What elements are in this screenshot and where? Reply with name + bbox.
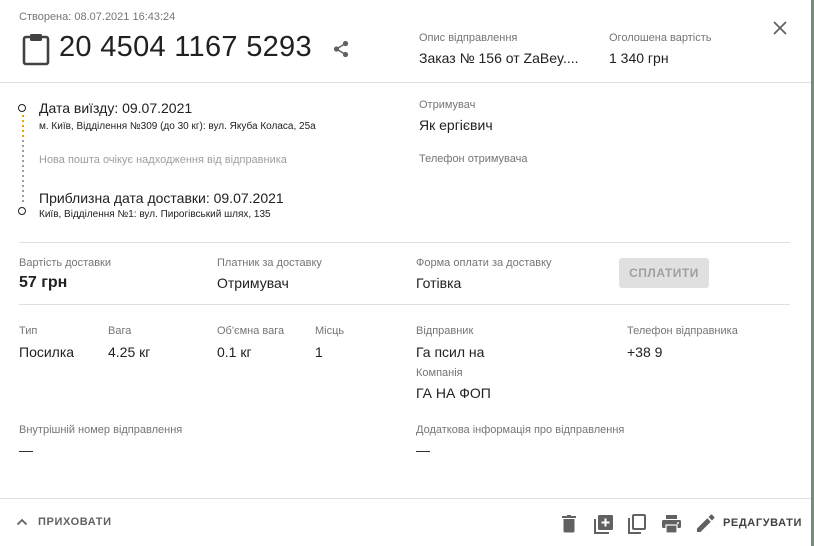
clipboard-icon bbox=[22, 33, 50, 66]
delete-icon[interactable] bbox=[558, 513, 580, 535]
additional-info-label: Додаткова інформація про відправлення bbox=[416, 424, 625, 436]
company-value: ГА НА ФОП bbox=[416, 385, 491, 401]
created-date: Створена: 08.07.2021 16:43:24 bbox=[19, 11, 176, 23]
sender-phone-value: +38 9 bbox=[627, 344, 663, 360]
sender-phone-label: Телефон відправника bbox=[627, 325, 738, 337]
pay-button[interactable]: СПЛАТИТИ bbox=[619, 258, 709, 288]
sender-value: Га псил на bbox=[416, 344, 485, 360]
departure-title: Дата виїзду: 09.07.2021 bbox=[39, 100, 193, 116]
recipient-label: Отримувач bbox=[419, 99, 476, 111]
weight-value: 4.25 кг bbox=[108, 344, 151, 360]
sender-label: Відправник bbox=[416, 325, 474, 337]
declared-value: 1 340 грн bbox=[609, 50, 669, 66]
print-icon[interactable] bbox=[660, 513, 682, 535]
type-label: Тип bbox=[19, 325, 38, 337]
footer-divider bbox=[0, 498, 811, 499]
copy-icon[interactable] bbox=[626, 513, 648, 535]
company-label: Компанія bbox=[416, 367, 463, 379]
edit-button[interactable]: РЕДАГУВАТИ bbox=[697, 514, 802, 532]
arrival-point-icon bbox=[18, 207, 26, 215]
arrival-address: Київ, Відділення №1: вул. Пирогівський ш… bbox=[39, 209, 271, 220]
description-value: Заказ № 156 от ZaBey.... bbox=[419, 50, 579, 66]
delivery-cost-value: 57 грн bbox=[19, 274, 68, 291]
add-copy-icon[interactable] bbox=[592, 513, 614, 535]
shipment-card: Створена: 08.07.2021 16:43:24 20 4504 11… bbox=[0, 0, 811, 546]
share-icon[interactable] bbox=[333, 40, 349, 58]
recipient-phone-label: Телефон отримувача bbox=[419, 153, 528, 165]
delivery-cost-label: Вартість доставки bbox=[19, 257, 112, 269]
declared-value-label: Оголошена вартість bbox=[609, 32, 712, 44]
hide-label: ПРИХОВАТИ bbox=[38, 516, 112, 528]
additional-info-value: — bbox=[416, 442, 430, 458]
places-label: Місць bbox=[315, 325, 345, 337]
status-note: Нова пошта очікує надходження від відпра… bbox=[39, 154, 287, 166]
payer-value: Отримувач bbox=[217, 275, 289, 291]
arrival-title: Приблизна дата доставки: 09.07.2021 bbox=[39, 190, 284, 206]
departure-point-icon bbox=[18, 104, 26, 112]
departure-address: м. Київ, Відділення №309 (до 30 кг): вул… bbox=[39, 121, 316, 132]
places-value: 1 bbox=[315, 344, 323, 360]
volume-weight-label: Об'ємна вага bbox=[217, 325, 285, 337]
header-divider bbox=[0, 82, 811, 83]
route-divider bbox=[19, 242, 790, 243]
hide-button[interactable]: ПРИХОВАТИ bbox=[16, 516, 112, 528]
internal-number-label: Внутрішній номер відправлення bbox=[19, 424, 183, 436]
internal-number-value: — bbox=[19, 442, 33, 458]
weight-label: Вага bbox=[108, 325, 132, 337]
description-label: Опис відправлення bbox=[419, 32, 518, 44]
payment-method-value: Готівка bbox=[416, 275, 462, 291]
payment-method-label: Форма оплати за доставку bbox=[416, 257, 552, 269]
tracking-number[interactable]: 20 4504 1167 5293 bbox=[59, 31, 312, 64]
edit-icon bbox=[697, 514, 715, 532]
route-progress-line bbox=[22, 115, 24, 139]
route-pending-line bbox=[22, 140, 24, 204]
chevron-up-icon bbox=[16, 518, 28, 526]
payment-divider bbox=[19, 304, 790, 305]
close-icon[interactable] bbox=[773, 21, 787, 35]
recipient-value: Як ергієвич bbox=[419, 117, 493, 133]
volume-weight-value: 0.1 кг bbox=[217, 344, 252, 360]
payer-label: Платник за доставку bbox=[217, 257, 322, 269]
edit-label: РЕДАГУВАТИ bbox=[723, 517, 802, 529]
type-value: Посилка bbox=[19, 344, 75, 360]
